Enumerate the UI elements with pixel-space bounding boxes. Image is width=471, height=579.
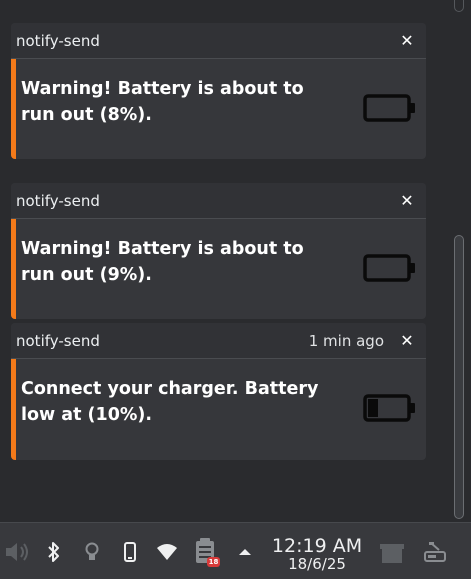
lightbulb-icon[interactable] — [82, 540, 102, 564]
notes-icon[interactable]: 18 — [193, 537, 221, 567]
desktop-icon[interactable] — [378, 540, 406, 566]
battery-empty-icon — [363, 94, 415, 122]
scrollbar[interactable] — [447, 0, 471, 520]
close-icon[interactable]: ✕ — [400, 32, 414, 48]
system-tray: 18 12:19 AM 18/6/25 — [0, 522, 471, 579]
notification-message: Warning! Battery is about to run out (9%… — [21, 239, 304, 285]
notification-app-name: notify-send — [16, 191, 100, 210]
urgency-accent-bar — [11, 359, 16, 460]
wifi-icon[interactable] — [155, 541, 179, 563]
notification-message: Connect your charger. Battery low at (10… — [21, 379, 319, 425]
volume-muted-icon[interactable] — [4, 540, 32, 564]
notification-header: notify-send ✕ — [11, 183, 426, 219]
urgency-accent-bar — [11, 219, 16, 319]
scrollbar-track-top — [454, 0, 464, 12]
notification-header: notify-send 1 min ago ✕ — [11, 323, 426, 359]
notification-body: Connect your charger. Battery low at (10… — [11, 359, 426, 460]
notification-message: Warning! Battery is about to run out (8%… — [21, 79, 304, 125]
notification-card[interactable]: notify-send ✕ Warning! Battery is about … — [11, 23, 426, 159]
close-icon[interactable]: ✕ — [400, 332, 414, 348]
notification-history-panel: notify-send ✕ Warning! Battery is about … — [0, 0, 471, 520]
notification-card[interactable]: notify-send 1 min ago ✕ Connect your cha… — [11, 323, 426, 460]
phone-icon[interactable] — [120, 540, 140, 564]
notification-app-name: notify-send — [16, 331, 100, 350]
battery-low-icon — [363, 394, 415, 422]
notification-body: Warning! Battery is about to run out (9%… — [11, 219, 426, 319]
clock-time[interactable]: 12:19 AM — [270, 535, 364, 557]
notification-app-name: notify-send — [16, 31, 100, 50]
tray-expand-icon[interactable] — [236, 543, 254, 561]
scrollbar-thumb[interactable] — [454, 235, 464, 519]
bluetooth-icon[interactable] — [46, 541, 62, 563]
notification-count-badge: 18 — [207, 557, 220, 567]
notification-card[interactable]: notify-send ✕ Warning! Battery is about … — [11, 183, 426, 319]
notification-header: notify-send ✕ — [11, 23, 426, 59]
urgency-accent-bar — [11, 59, 16, 159]
clock-date[interactable]: 18/6/25 — [270, 555, 364, 573]
settings-toggle-icon[interactable] — [422, 539, 448, 565]
notification-body: Warning! Battery is about to run out (8%… — [11, 59, 426, 159]
notification-timestamp: 1 min ago — [308, 331, 384, 350]
battery-empty-icon — [363, 254, 415, 282]
close-icon[interactable]: ✕ — [400, 192, 414, 208]
